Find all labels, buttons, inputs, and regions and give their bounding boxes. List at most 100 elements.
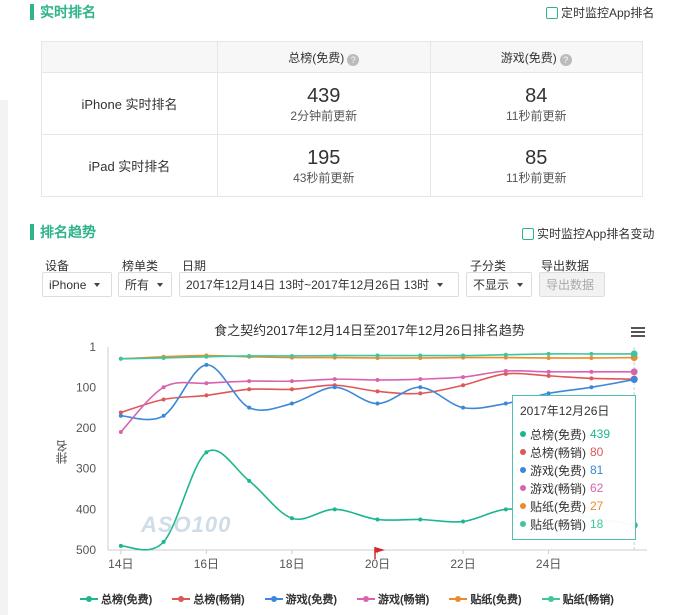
data-point (630, 368, 638, 376)
legend-label: 总榜(免费) (101, 594, 153, 606)
data-point (375, 353, 380, 358)
data-point (289, 387, 294, 392)
legend-symbol (356, 595, 375, 603)
data-point (247, 379, 252, 384)
data-point (204, 381, 209, 386)
data-point (161, 385, 166, 390)
tooltip-row: 贴纸(免费) 27 (520, 497, 628, 515)
x-tick-label: 22日 (450, 557, 475, 571)
data-point (630, 376, 638, 384)
data-point (247, 405, 252, 410)
data-point (332, 507, 337, 512)
data-point (418, 385, 423, 390)
data-point (546, 369, 551, 374)
legend-label: 游戏(畅销) (377, 594, 430, 606)
tooltip-series-name: 游戏(畅销) (530, 481, 586, 496)
legend-label: 贴纸(畅销) (562, 594, 614, 606)
tooltip-row: 游戏(免费) 81 (520, 461, 628, 479)
x-tick-label: 14日 (108, 557, 133, 571)
tooltip-series-value: 18 (590, 517, 604, 531)
tooltip-series-name: 总榜(畅销) (530, 445, 586, 460)
chart-legend: 总榜(免费) 总榜(畅销) 游戏(免费) 游戏(畅销) 贴纸(免费) 贴纸(畅销) (80, 591, 634, 607)
data-point (204, 450, 209, 455)
legend-item[interactable]: 贴纸(免费) (449, 591, 522, 607)
data-point (289, 379, 294, 384)
data-point (461, 353, 466, 358)
data-point (204, 354, 209, 359)
data-point (247, 353, 252, 358)
data-point (161, 355, 166, 360)
y-tick-label: 1 (89, 340, 96, 354)
aso100-watermark: ASO100 (141, 512, 232, 537)
tooltip-series-value: 81 (590, 463, 604, 477)
tooltip-series-value: 62 (590, 481, 604, 495)
legend-item[interactable]: 总榜(畅销) (172, 591, 245, 607)
data-point (418, 377, 423, 382)
legend-item[interactable]: 游戏(畅销) (356, 591, 430, 607)
series-dot (520, 503, 526, 509)
x-tick-label: 18日 (279, 557, 304, 571)
legend-item[interactable]: 贴纸(畅销) (541, 591, 614, 607)
tooltip-series-name: 贴纸(畅销) (530, 517, 586, 532)
series-dot (520, 449, 526, 455)
y-tick-label: 100 (76, 380, 96, 394)
data-point (589, 355, 594, 360)
data-point (332, 377, 337, 382)
data-point (461, 405, 466, 410)
tooltip-series-name: 游戏(免费) (530, 463, 586, 478)
data-point (375, 401, 380, 406)
tooltip-row: 游戏(畅销) 62 (520, 479, 628, 497)
legend-symbol (172, 595, 191, 603)
data-point (461, 375, 466, 380)
tooltip-series-value: 80 (590, 445, 604, 459)
data-point (289, 353, 294, 358)
x-tick-label: 16日 (194, 557, 219, 571)
data-point (332, 353, 337, 358)
data-point (546, 351, 551, 356)
y-tick-label: 200 (76, 421, 96, 435)
data-point (161, 539, 166, 544)
data-point (589, 376, 594, 381)
y-tick-label: 300 (76, 462, 96, 476)
legend-symbol (449, 595, 468, 603)
series-dot (520, 431, 526, 437)
legend-symbol (541, 595, 560, 603)
red-flag-icon (374, 547, 385, 559)
legend-item[interactable]: 总榜(免费) (80, 591, 152, 607)
y-tick-label: 500 (76, 543, 96, 557)
series-dot (520, 485, 526, 491)
chart-tooltip: 2017年12月26日 总榜(免费) 439 总榜(畅销) 80 游戏(免费) 81 游戏(… (512, 395, 636, 540)
legend-symbol (80, 595, 98, 603)
legend-item[interactable]: 游戏(免费) (264, 591, 337, 607)
data-point (418, 517, 423, 522)
data-point (289, 516, 294, 521)
data-point (546, 373, 551, 378)
legend-symbol (264, 595, 283, 603)
data-point (375, 377, 380, 382)
data-point (118, 356, 123, 361)
data-point (461, 519, 466, 524)
tooltip-series-value: 27 (590, 499, 604, 513)
legend-label: 贴纸(免费) (470, 594, 522, 606)
tooltip-series-name: 贴纸(免费) (530, 499, 586, 514)
data-point (332, 385, 337, 390)
x-tick-label: 24日 (536, 557, 561, 571)
data-point (247, 387, 252, 392)
y-tick-label: 400 (76, 502, 96, 516)
tooltip-series-value: 439 (590, 427, 611, 441)
data-point (503, 401, 508, 406)
data-point (161, 397, 166, 402)
tooltip-row: 总榜(免费) 439 (520, 425, 628, 443)
data-point (503, 507, 508, 512)
data-point (418, 391, 423, 396)
data-point (204, 393, 209, 398)
tooltip-row: 贴纸(畅销) 18 (520, 515, 628, 533)
data-point (503, 369, 508, 374)
legend-label: 总榜(畅销) (193, 594, 245, 606)
data-point (546, 355, 551, 360)
data-point (118, 543, 123, 548)
tooltip-row: 总榜(畅销) 80 (520, 443, 628, 461)
data-point (461, 383, 466, 388)
y-axis-label: 排名 (55, 440, 69, 464)
data-point (589, 385, 594, 390)
